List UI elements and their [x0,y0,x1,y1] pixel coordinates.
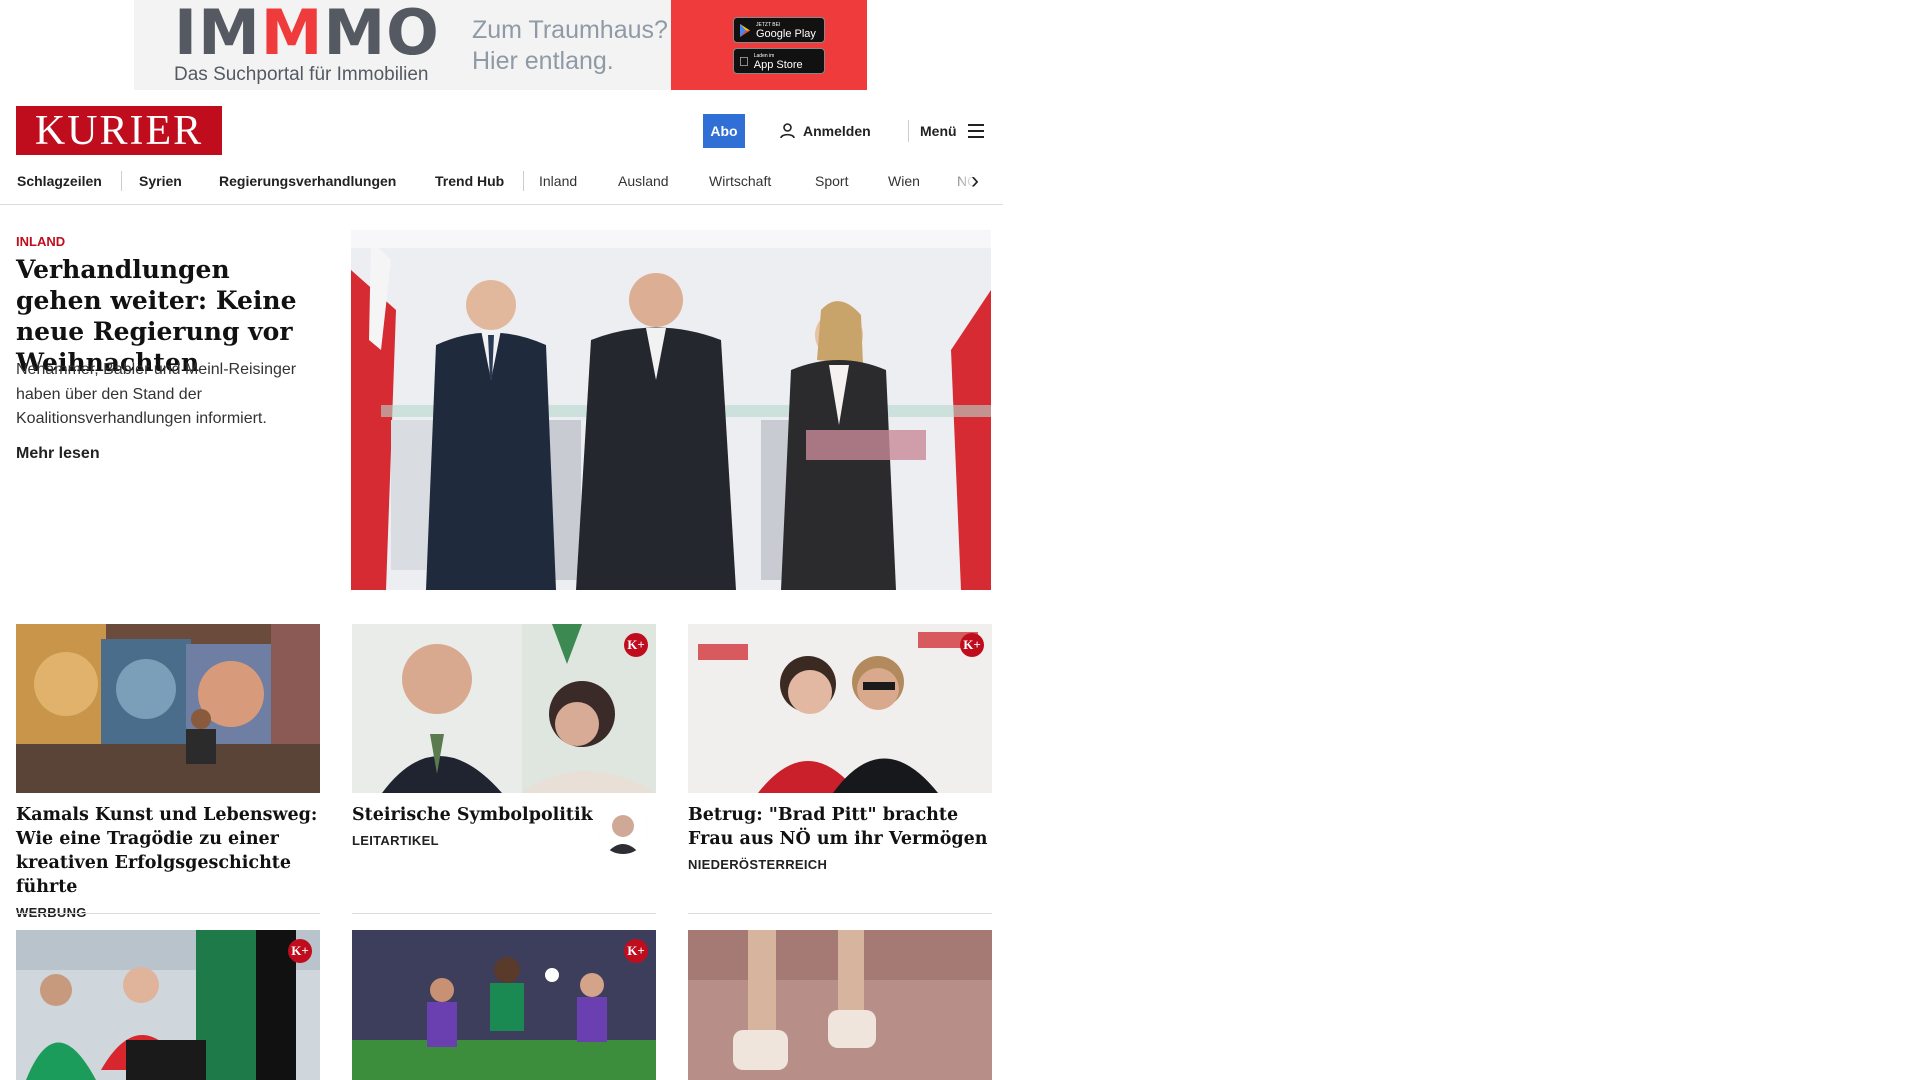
chevron-right-icon[interactable]: › [971,169,979,193]
lead-image[interactable] [351,230,991,590]
premium-badge: K+ [624,939,648,963]
login-label: Anmelden [803,123,871,139]
nav-item-inland[interactable]: Inland [539,171,577,191]
google-play-icon [740,23,750,37]
nav-item-regierungsverhandlungen[interactable]: Regierungsverhandlungen [219,171,396,191]
article-card[interactable]: K+ [16,930,320,1080]
shoes-photo [688,930,992,1080]
ad-subtitle: Das Suchportal für Immobilien [174,64,429,85]
kurier-logo[interactable]: KURIER [16,106,222,155]
celebrity-photo [688,624,992,793]
premium-badge: K+ [960,633,984,657]
ad-right-panel: JETZT BEIGoogle Play  Laden imApp Store [671,0,867,90]
header-divider [908,120,909,142]
menu-label: Menü [920,123,957,139]
nav-item-trend-hub[interactable]: Trend Hub [435,171,504,191]
art-photo [16,624,320,793]
premium-badge: K+ [624,633,648,657]
abo-button[interactable]: Abo [703,114,745,148]
nav-item-ausland[interactable]: Ausland [618,171,669,191]
nav-item-wirtschaft[interactable]: Wirtschaft [709,171,771,191]
premium-badge: K+ [288,939,312,963]
card-divider [688,913,992,914]
nav-item-schlagzeilen[interactable]: Schlagzeilen [17,171,102,191]
article-image[interactable] [688,930,992,1080]
ad-banner[interactable]: IMMMO Das Suchportal für Immobilien Zum … [134,0,867,90]
author-avatar [598,804,648,854]
user-icon [780,123,795,139]
article-card[interactable] [688,930,992,1080]
press-conference-photo [351,230,991,590]
nav-item-sport[interactable]: Sport [815,171,848,191]
nav-divider [523,171,524,191]
nav-item-syrien[interactable]: Syrien [139,171,182,191]
article-card[interactable]: K+ Betrug: "Brad Pitt" brachte Frau aus … [688,624,992,914]
card-divider [16,913,320,914]
nav-divider [121,171,122,191]
lead-category[interactable]: INLAND [16,234,65,249]
ad-tagline: Zum Traumhaus? Hier entlang. [472,16,668,75]
login-button[interactable]: Anmelden [780,120,871,142]
article-image[interactable] [16,624,320,793]
article-card[interactable]: Kamals Kunst und Lebensweg: Wie eine Tra… [16,624,320,920]
ad-logo: IMMMO [174,0,440,69]
nav-item-wien[interactable]: Wien [888,171,920,191]
article-image[interactable]: K+ [352,624,656,793]
lead-teaser[interactable]: Nehammer, Babler und Meinl-Reisinger hab… [16,358,306,432]
apple-icon:  [739,54,749,69]
football-match-photo [352,930,656,1080]
article-card[interactable]: K+ Steirische Symbolpolitik LEITARTIKEL [352,624,656,914]
card-divider [352,913,656,914]
article-card[interactable]: K+ [352,930,656,1080]
topic-nav: Schlagzeilen Syrien Regierungsverhandlun… [0,164,1003,205]
article-category: NIEDERÖSTERREICH [688,857,828,872]
politicians-photo [352,624,656,793]
nav-fade [945,164,995,204]
ad-left-panel: IMMMO Das Suchportal für Immobilien Zum … [134,0,671,90]
app-store-badge[interactable]:  Laden imApp Store [733,48,825,74]
football-injury-photo [16,930,320,1080]
menu-button[interactable]: Menü [920,120,984,142]
read-more-link[interactable]: Mehr lesen [16,445,100,463]
article-image[interactable]: K+ [16,930,320,1080]
google-play-badge[interactable]: JETZT BEI Google Play [733,17,825,43]
article-title[interactable]: Kamals Kunst und Lebensweg: Wie eine Tra… [16,803,320,899]
article-image[interactable]: K+ [688,624,992,793]
hamburger-icon [967,124,984,138]
article-image[interactable]: K+ [352,930,656,1080]
article-title[interactable]: Betrug: "Brad Pitt" brachte Frau aus NÖ … [688,803,992,851]
